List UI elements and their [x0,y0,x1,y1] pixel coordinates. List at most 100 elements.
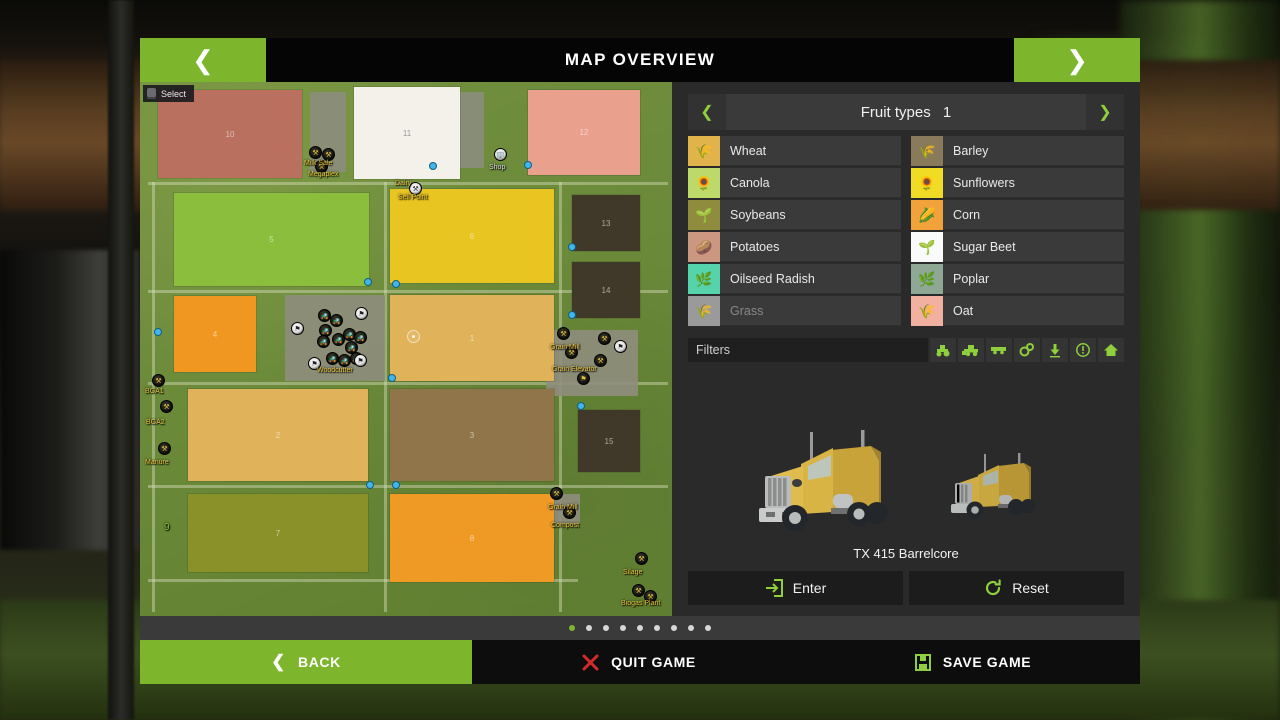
fruit-item-soybeans[interactable]: 🌱 Soybeans [688,199,901,230]
quit-game-button[interactable]: QUIT GAME [472,640,806,684]
fruit-item-sunflowers[interactable]: 🌻 Sunflowers [911,167,1124,198]
filter-house-button[interactable] [1098,338,1124,362]
reset-button[interactable]: Reset [909,571,1124,605]
dialog-header: ❮ MAP OVERVIEW ❯ [140,38,1140,82]
map-waypoint[interactable] [392,481,400,489]
map-vehicle-pin[interactable]: 🚜 [317,335,330,348]
save-game-button[interactable]: SAVE GAME [806,640,1140,684]
map-field-15[interactable]: 15 [578,410,640,472]
map-poi-pin[interactable]: ⚒ [557,327,570,340]
map-poi-pin[interactable]: ⚑ [577,372,590,385]
map-waypoint[interactable] [366,481,374,489]
map-field-14[interactable]: 14 [572,262,640,318]
filter-trailer-button[interactable] [986,338,1012,362]
map-poi-pin[interactable]: ⚒ [315,160,328,173]
map-waypoint[interactable] [524,161,532,169]
map-waypoint[interactable] [388,374,396,382]
filter-harvester-button[interactable] [958,338,984,362]
map-poi-pin[interactable]: ⚒ [644,590,657,603]
map-waypoint[interactable] [154,328,162,336]
map-poi-pin[interactable]: ⚒ [594,354,607,367]
page-dot[interactable] [603,625,609,631]
fruit-item-barley[interactable]: 🌾 Barley [911,135,1124,166]
map-waypoint[interactable] [392,280,400,288]
map-waypoint[interactable] [568,311,576,319]
map-field-10[interactable]: 10 [158,90,302,178]
map-poi-pin[interactable]: ⚒ [322,148,335,161]
map-field-2[interactable]: 2 [188,389,368,481]
fruit-types-label: Fruit types [860,103,931,121]
map-poi-pin[interactable]: ⚒ [309,146,322,159]
field-number: 6 [469,231,475,241]
header-prev-button[interactable]: ❮ [140,38,266,82]
map-poi-pin[interactable]: ⚒ [160,400,173,413]
map-waypoint[interactable] [568,243,576,251]
map-field-7[interactable]: 7 [188,494,368,572]
filter-download-button[interactable] [1042,338,1068,362]
map-field-12[interactable]: 12 [528,90,640,175]
field-number: 2 [275,430,281,440]
map-poi-pin[interactable]: ⚒ [409,182,422,195]
fruit-item-canola[interactable]: 🌻 Canola [688,167,901,198]
map-vehicle-pin[interactable]: 🚜 [338,354,351,367]
map-poi-pin[interactable]: ⚑ [614,340,627,353]
filters-row: Filters [688,338,1124,362]
page-dot[interactable] [688,625,694,631]
map-field-5[interactable]: 5 [174,193,369,286]
map-field-8[interactable]: 8 [390,494,554,582]
map-poi-pin[interactable]: ⚑ [308,357,321,370]
filter-tractor-button[interactable] [930,338,956,362]
filter-warning-button[interactable] [1070,338,1096,362]
enter-button[interactable]: Enter [688,571,903,605]
map-field-3[interactable]: 3 [390,389,554,481]
map-road [148,485,668,488]
fruit-item-wheat[interactable]: 🌾 Wheat [688,135,901,166]
page-title: MAP OVERVIEW [266,38,1014,82]
fruit-label: Barley [953,143,989,158]
fruit-item-oilseed-radish[interactable]: 🌿 Oilseed Radish [688,263,901,294]
fruit-item-grass[interactable]: 🌾 Grass [688,295,901,326]
map-view[interactable]: 10 11 12 5 6 13 4 1 14 2 3 15 7 8 9 🏢 Sh… [140,82,672,616]
map-poi-pin[interactable]: ⚑ [291,322,304,335]
page-dot[interactable] [705,625,711,631]
fruit-item-corn[interactable]: 🌽 Corn [911,199,1124,230]
fruit-next-button[interactable]: ❯ [1086,94,1124,130]
page-dot[interactable] [671,625,677,631]
map-shop-pin[interactable]: 🏢 [494,148,507,161]
map-poi-pin[interactable]: ⚒ [158,442,171,455]
map-poi-pin[interactable]: ⚒ [598,332,611,345]
canola-icon: 🌻 [688,167,720,198]
page-dot[interactable] [654,625,660,631]
back-button[interactable]: ❮ BACK [140,640,472,684]
page-dot[interactable] [586,625,592,631]
page-dot[interactable] [637,625,643,631]
map-vehicle-pin[interactable]: 🚜 [326,352,339,365]
fruit-prev-button[interactable]: ❮ [688,94,726,130]
map-waypoint[interactable] [364,278,372,286]
map-waypoint[interactable] [577,402,585,410]
fruit-item-potatoes[interactable]: 🥔 Potatoes [688,231,901,262]
map-field-11[interactable]: 11 [354,87,460,179]
map-poi-pin[interactable]: ⚒ [550,487,563,500]
page-dot[interactable] [620,625,626,631]
fruit-item-oat[interactable]: 🌾 Oat [911,295,1124,326]
map-poi-pin[interactable]: ⚒ [565,346,578,359]
map-poi-pin[interactable]: ⚑ [354,354,367,367]
filter-tools-button[interactable] [1014,338,1040,362]
fruit-item-sugar-beet[interactable]: 🌱 Sugar Beet [911,231,1124,262]
map-vehicle-pin[interactable]: 🚜 [330,314,343,327]
potatoes-icon: 🥔 [688,231,720,262]
map-field-13[interactable]: 13 [572,195,640,251]
header-next-button[interactable]: ❯ [1014,38,1140,82]
map-waypoint[interactable] [429,162,437,170]
fruit-item-poplar[interactable]: 🌿 Poplar [911,263,1124,294]
map-poi-pin[interactable]: ⚒ [152,374,165,387]
fruit-label: Corn [953,207,981,222]
map-poi-pin[interactable]: ⚒ [563,506,576,519]
map-poi-pin[interactable]: ⚑ [355,307,368,320]
map-field-4[interactable]: 4 [174,296,256,372]
page-dot[interactable] [569,625,575,631]
map-poi-pin[interactable]: ⚒ [635,552,648,565]
map-field-6[interactable]: 6 [390,189,554,283]
background-post [108,0,134,720]
